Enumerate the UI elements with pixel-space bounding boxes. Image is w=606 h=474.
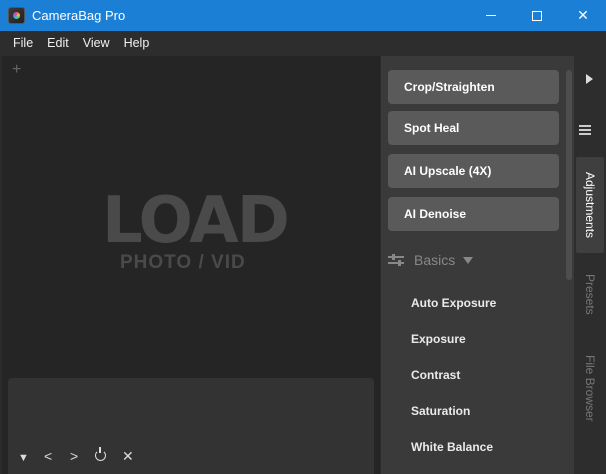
- white-balance-item[interactable]: White Balance: [411, 440, 493, 454]
- title-bar: CameraBag Pro ✕: [0, 0, 606, 31]
- maximize-icon: [532, 10, 542, 21]
- caret-down-icon: [463, 256, 474, 264]
- hamburger-menu-icon[interactable]: [579, 125, 591, 135]
- crop-straighten-button[interactable]: Crop/Straighten: [388, 70, 559, 104]
- exposure-item[interactable]: Exposure: [411, 332, 466, 346]
- side-tabs: Adjustments Presets File Browser: [574, 56, 606, 474]
- filmstrip-panel: [8, 378, 374, 474]
- image-canvas[interactable]: + LOAD PHOTO / VID ▼ < > ✕: [2, 56, 380, 474]
- power-button[interactable]: [95, 447, 106, 464]
- load-subtitle[interactable]: PHOTO / VID: [120, 252, 246, 274]
- menu-bar: File Edit View Help: [0, 31, 606, 56]
- tab-presets[interactable]: Presets: [576, 266, 604, 322]
- next-icon[interactable]: >: [70, 448, 78, 464]
- sliders-icon: [388, 254, 404, 266]
- spot-heal-button[interactable]: Spot Heal: [388, 111, 559, 145]
- basics-section-header[interactable]: Basics: [388, 252, 474, 268]
- expand-panel-icon[interactable]: [586, 74, 593, 84]
- load-title[interactable]: LOAD: [102, 184, 290, 258]
- close-button[interactable]: ✕: [560, 0, 606, 31]
- contrast-item[interactable]: Contrast: [411, 368, 460, 382]
- tab-file-browser[interactable]: File Browser: [576, 348, 604, 428]
- minimize-button[interactable]: [468, 0, 514, 31]
- adjustments-scrollbar[interactable]: [566, 70, 572, 280]
- menu-file[interactable]: File: [6, 31, 40, 56]
- power-icon: [95, 447, 106, 461]
- tab-adjustments[interactable]: Adjustments: [576, 157, 604, 253]
- menu-view[interactable]: View: [76, 31, 117, 56]
- add-icon[interactable]: +: [12, 61, 21, 79]
- previous-icon[interactable]: <: [44, 448, 52, 464]
- ai-upscale-button[interactable]: AI Upscale (4X): [388, 154, 559, 188]
- close-icon[interactable]: ✕: [122, 448, 134, 465]
- minimize-icon: [486, 15, 496, 16]
- menu-help[interactable]: Help: [117, 31, 157, 56]
- maximize-button[interactable]: [514, 0, 560, 31]
- adjustments-panel: Crop/Straighten Spot Heal AI Upscale (4X…: [381, 56, 574, 474]
- collapse-down-icon[interactable]: ▼: [18, 452, 29, 464]
- app-icon: [8, 7, 25, 24]
- menu-edit[interactable]: Edit: [40, 31, 76, 56]
- auto-exposure-item[interactable]: Auto Exposure: [411, 296, 496, 310]
- ai-denoise-button[interactable]: AI Denoise: [388, 197, 559, 231]
- basics-label: Basics: [414, 252, 456, 268]
- saturation-item[interactable]: Saturation: [411, 404, 470, 418]
- window-title: CameraBag Pro: [32, 8, 126, 23]
